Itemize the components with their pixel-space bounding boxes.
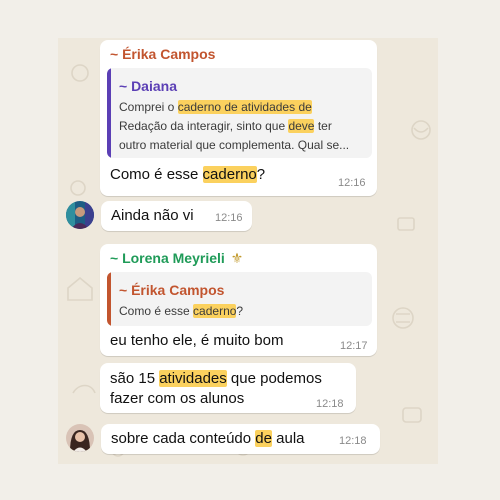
message-text-line: fazer com os alunos bbox=[110, 390, 245, 407]
message-text: sobre cada conteúdo de aula bbox=[111, 430, 305, 447]
message-text-part: Como é esse bbox=[110, 166, 203, 183]
fleur-de-lis-icon: ⚜ bbox=[230, 250, 244, 266]
quote-text-line: Como é esse caderno? bbox=[119, 304, 243, 318]
message-text-part: ? bbox=[256, 166, 266, 183]
quote-text-line: Comprei o caderno de atividades de bbox=[119, 100, 312, 114]
quote-text: ? bbox=[236, 304, 244, 318]
message-bubble[interactable]: ~ Érika Campos ~ Daiana Comprei o cadern… bbox=[100, 40, 377, 196]
quoted-message[interactable]: ~ Érika Campos Como é esse caderno? bbox=[107, 272, 372, 326]
highlighted-text: caderno bbox=[202, 166, 257, 183]
chat-area[interactable]: ~ Érika Campos ~ Daiana Comprei o cadern… bbox=[58, 38, 438, 464]
highlighted-text: caderno de atividades de bbox=[177, 100, 312, 114]
message-timestamp: 12:16 bbox=[338, 177, 366, 189]
message-timestamp: 12:16 bbox=[215, 212, 243, 224]
sender-name[interactable]: ~ Érika Campos bbox=[110, 46, 215, 62]
message-timestamp: 12:18 bbox=[316, 398, 344, 410]
avatar[interactable] bbox=[66, 201, 94, 229]
highlighted-text: deve bbox=[288, 119, 315, 133]
quote-text: ter bbox=[314, 119, 332, 133]
quote-bar bbox=[107, 272, 111, 326]
avatar[interactable] bbox=[66, 424, 94, 452]
message-bubble[interactable]: são 15 atividades que podemos fazer com … bbox=[100, 363, 356, 413]
message-text: Como é esse caderno? bbox=[110, 166, 265, 183]
sender-name[interactable]: ~ Lorena Meyrieli ⚜ bbox=[110, 250, 243, 267]
message-timestamp: 12:17 bbox=[340, 340, 368, 352]
message-bubble[interactable]: sobre cada conteúdo de aula 12:18 bbox=[101, 424, 380, 454]
quote-text: Como é esse bbox=[119, 304, 194, 318]
highlighted-text: de bbox=[255, 430, 272, 447]
quote-author: ~ Daiana bbox=[119, 78, 177, 94]
message-text-part: são 15 bbox=[110, 370, 160, 387]
quote-text-line: Redação da interagir, sinto que deve ter bbox=[119, 119, 332, 133]
message-text: Ainda não vi bbox=[111, 207, 194, 224]
quote-author: ~ Érika Campos bbox=[119, 282, 225, 298]
avatar-image bbox=[66, 424, 94, 452]
message-text-part: que podemos bbox=[226, 370, 322, 387]
quote-text-line: outro material que complementa. Qual se.… bbox=[119, 138, 350, 152]
highlighted-text: atividades bbox=[159, 370, 227, 387]
message-bubble[interactable]: Ainda não vi 12:16 bbox=[101, 201, 252, 231]
message-timestamp: 12:18 bbox=[339, 435, 367, 447]
quote-text: Redação da interagir, sinto que bbox=[119, 119, 289, 133]
quote-text: Comprei o bbox=[119, 100, 178, 114]
message-text: eu tenho ele, é muito bom bbox=[110, 332, 284, 349]
highlighted-text: caderno bbox=[193, 304, 237, 318]
message-text-line: são 15 atividades que podemos bbox=[110, 370, 322, 387]
message-bubble[interactable]: ~ Lorena Meyrieli ⚜ ~ Érika Campos Como … bbox=[100, 244, 377, 356]
sender-name-text: ~ Lorena Meyrieli bbox=[110, 250, 225, 266]
message-text-part: sobre cada conteúdo bbox=[111, 430, 256, 447]
avatar-image bbox=[66, 201, 94, 229]
message-text-part: aula bbox=[271, 430, 305, 447]
quote-bar bbox=[107, 68, 111, 158]
quoted-message[interactable]: ~ Daiana Comprei o caderno de atividades… bbox=[107, 68, 372, 158]
